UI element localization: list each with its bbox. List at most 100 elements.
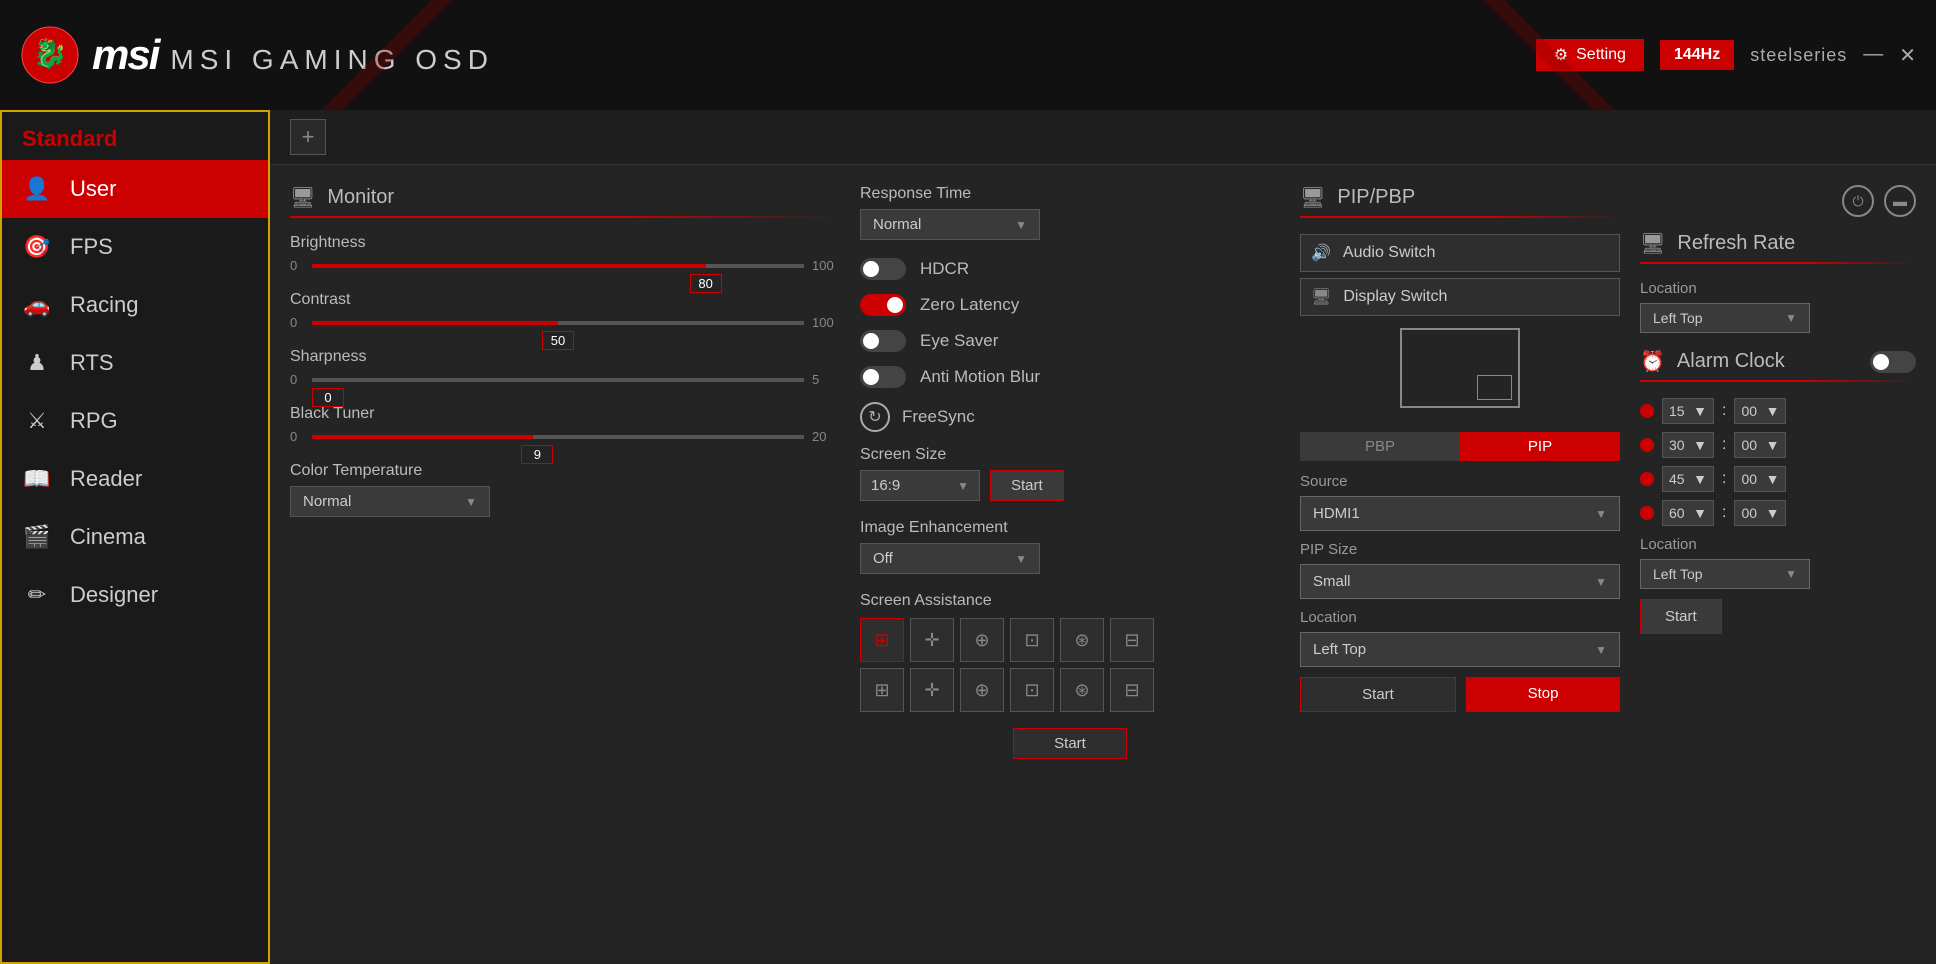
assist-icon-9[interactable]: ⊡ bbox=[1010, 668, 1054, 712]
toggle-icon[interactable]: ▬ bbox=[1884, 185, 1916, 217]
eye-saver-knob bbox=[863, 333, 879, 349]
contrast-slider[interactable]: 50 bbox=[312, 321, 804, 325]
monitor-panel: 🖥 Monitor Brightness 0 80 100 Contrast 0 bbox=[290, 185, 840, 944]
power-icon[interactable]: ⏻ bbox=[1842, 185, 1874, 217]
alarm-hour-2[interactable]: 45 ▼ bbox=[1662, 466, 1714, 492]
color-temp-value: Normal bbox=[303, 493, 351, 510]
alarm-minute-1[interactable]: 00 ▼ bbox=[1734, 432, 1786, 458]
assist-icon-1[interactable]: ✛ bbox=[910, 618, 954, 662]
sidebar-item-rts[interactable]: ♟ RTS bbox=[2, 334, 268, 392]
assist-icon-3[interactable]: ⊡ bbox=[1010, 618, 1054, 662]
sharpness-slider[interactable]: 0 bbox=[312, 378, 804, 382]
msi-brand-text: msi bbox=[92, 31, 158, 79]
sidebar-item-user[interactable]: 👤 User bbox=[2, 160, 268, 218]
rts-icon: ♟ bbox=[22, 348, 52, 378]
eye-saver-toggle[interactable] bbox=[860, 330, 906, 352]
alarm-location-dropdown[interactable]: Left Top ▼ bbox=[1640, 559, 1810, 589]
alarm-hour-3[interactable]: 60 ▼ bbox=[1662, 500, 1714, 526]
assist-icon-8[interactable]: ⊕ bbox=[960, 668, 1004, 712]
screen-size-start-button[interactable]: Start bbox=[990, 470, 1064, 501]
sidebar-item-cinema[interactable]: 🎬 Cinema bbox=[2, 508, 268, 566]
assist-icon-11[interactable]: ⊟ bbox=[1110, 668, 1154, 712]
screen-assist-start-button[interactable]: Start bbox=[1013, 728, 1127, 759]
black-tuner-label: Black Tuner bbox=[290, 405, 840, 423]
sidebar-label-fps: FPS bbox=[70, 234, 113, 260]
response-time-dropdown[interactable]: Normal ▼ bbox=[860, 209, 1040, 240]
brightness-slider[interactable]: 80 bbox=[312, 264, 804, 268]
black-tuner-slider[interactable]: 9 bbox=[312, 435, 804, 439]
hz-badge: 144Hz bbox=[1660, 40, 1734, 70]
display-switch-row[interactable]: 🖥 Display Switch bbox=[1300, 278, 1620, 316]
alarm-colon-1: : bbox=[1722, 436, 1726, 454]
contrast-label: Contrast bbox=[290, 291, 840, 309]
assist-icon-5[interactable]: ⊟ bbox=[1110, 618, 1154, 662]
assist-icon-4[interactable]: ⊛ bbox=[1060, 618, 1104, 662]
alarm-minute-0[interactable]: 00 ▼ bbox=[1734, 398, 1786, 424]
assist-icon-0[interactable]: ⊞ bbox=[860, 618, 904, 662]
monitor-divider bbox=[290, 216, 840, 218]
refresh-rate-divider bbox=[1640, 262, 1916, 264]
pip-size-dropdown[interactable]: Small ▼ bbox=[1300, 564, 1620, 599]
add-tab-button[interactable]: + bbox=[290, 119, 326, 155]
cinema-icon: 🎬 bbox=[22, 522, 52, 552]
sidebar-label-reader: Reader bbox=[70, 466, 142, 492]
ratio-dropdown[interactable]: 16:9 ▼ bbox=[860, 470, 980, 501]
alarm-minute-3[interactable]: 00 ▼ bbox=[1734, 500, 1786, 526]
sidebar-item-designer[interactable]: ✏ Designer bbox=[2, 566, 268, 624]
window-controls: — ✕ bbox=[1863, 43, 1916, 68]
assist-icon-7[interactable]: ✛ bbox=[910, 668, 954, 712]
response-time-control: Response Time Normal ▼ bbox=[860, 185, 1280, 240]
pip-location-dropdown[interactable]: Left Top ▼ bbox=[1300, 632, 1620, 667]
close-button[interactable]: ✕ bbox=[1899, 43, 1916, 68]
assist-icon-10[interactable]: ⊛ bbox=[1060, 668, 1104, 712]
minimize-button[interactable]: — bbox=[1863, 43, 1883, 68]
title-bar-left: 🐉 msi MSI GAMING OSD bbox=[20, 25, 494, 85]
alarm-hour-1[interactable]: 30 ▼ bbox=[1662, 432, 1714, 458]
sidebar-label-rpg: RPG bbox=[70, 408, 118, 434]
setting-button[interactable]: ⚙ Setting bbox=[1536, 39, 1644, 71]
hdcr-toggle[interactable] bbox=[860, 258, 906, 280]
pip-stop-button[interactable]: Stop bbox=[1466, 677, 1620, 712]
sidebar-item-racing[interactable]: 🚗 Racing bbox=[2, 276, 268, 334]
pip-location-arrow: ▼ bbox=[1595, 643, 1607, 657]
alarm-minute-2[interactable]: 00 ▼ bbox=[1734, 466, 1786, 492]
alarm-clock-section: ⏰ Alarm Clock 15 ▼ : 00 ▼ bbox=[1640, 349, 1916, 634]
sidebar-item-reader[interactable]: 📖 Reader bbox=[2, 450, 268, 508]
alarm-dot-1 bbox=[1640, 438, 1654, 452]
msi-dragon-icon: 🐉 bbox=[20, 25, 80, 85]
ratio-value: 16:9 bbox=[871, 477, 900, 494]
setting-label: Setting bbox=[1576, 46, 1626, 64]
black-tuner-control: Black Tuner 0 9 20 bbox=[290, 405, 840, 444]
image-enhancement-arrow: ▼ bbox=[1015, 552, 1027, 566]
pip-tab[interactable]: PIP bbox=[1460, 432, 1620, 461]
display-switch-icon: 🖥 bbox=[1311, 287, 1331, 307]
image-enhancement-control: Image Enhancement Off ▼ bbox=[860, 519, 1280, 574]
alarm-hour-0[interactable]: 15 ▼ bbox=[1662, 398, 1714, 424]
msi-product-text: MSI GAMING OSD bbox=[170, 44, 494, 76]
pip-pbp-label: PIP/PBP bbox=[1337, 186, 1415, 209]
color-temp-dropdown[interactable]: Normal ▼ bbox=[290, 486, 490, 517]
source-dropdown[interactable]: HDMI1 ▼ bbox=[1300, 496, 1620, 531]
tab-bar: + bbox=[270, 110, 1936, 165]
alarm-start-button[interactable]: Start bbox=[1640, 599, 1722, 634]
zero-latency-toggle[interactable] bbox=[860, 294, 906, 316]
rpg-icon: ⚔ bbox=[22, 406, 52, 436]
image-enhancement-dropdown[interactable]: Off ▼ bbox=[860, 543, 1040, 574]
assist-icon-6[interactable]: ⊞ bbox=[860, 668, 904, 712]
middle-panel: Response Time Normal ▼ HDCR Zero Latency bbox=[860, 185, 1280, 944]
freesync-row: ↻ FreeSync bbox=[860, 402, 1280, 432]
refresh-location-dropdown[interactable]: Left Top ▼ bbox=[1640, 303, 1810, 333]
display-switch-label: Display Switch bbox=[1343, 288, 1447, 306]
pbp-tab[interactable]: PBP bbox=[1300, 432, 1460, 461]
main-content: 🖥 Monitor Brightness 0 80 100 Contrast 0 bbox=[270, 165, 1936, 964]
anti-motion-blur-toggle[interactable] bbox=[860, 366, 906, 388]
screen-size-row: 16:9 ▼ Start bbox=[860, 470, 1280, 501]
sidebar-item-rpg[interactable]: ⚔ RPG bbox=[2, 392, 268, 450]
alarm-clock-toggle[interactable] bbox=[1870, 351, 1916, 373]
alarm-clock-label: Alarm Clock bbox=[1677, 350, 1785, 373]
pip-start-button[interactable]: Start bbox=[1300, 677, 1456, 712]
sidebar-item-fps[interactable]: 🎯 FPS bbox=[2, 218, 268, 276]
screen-assist-grid: ⊞ ✛ ⊕ ⊡ ⊛ ⊟ ⊞ ✛ ⊕ ⊡ ⊛ ⊟ bbox=[860, 618, 1280, 712]
audio-switch-row[interactable]: 🔊 Audio Switch bbox=[1300, 234, 1620, 272]
assist-icon-2[interactable]: ⊕ bbox=[960, 618, 1004, 662]
